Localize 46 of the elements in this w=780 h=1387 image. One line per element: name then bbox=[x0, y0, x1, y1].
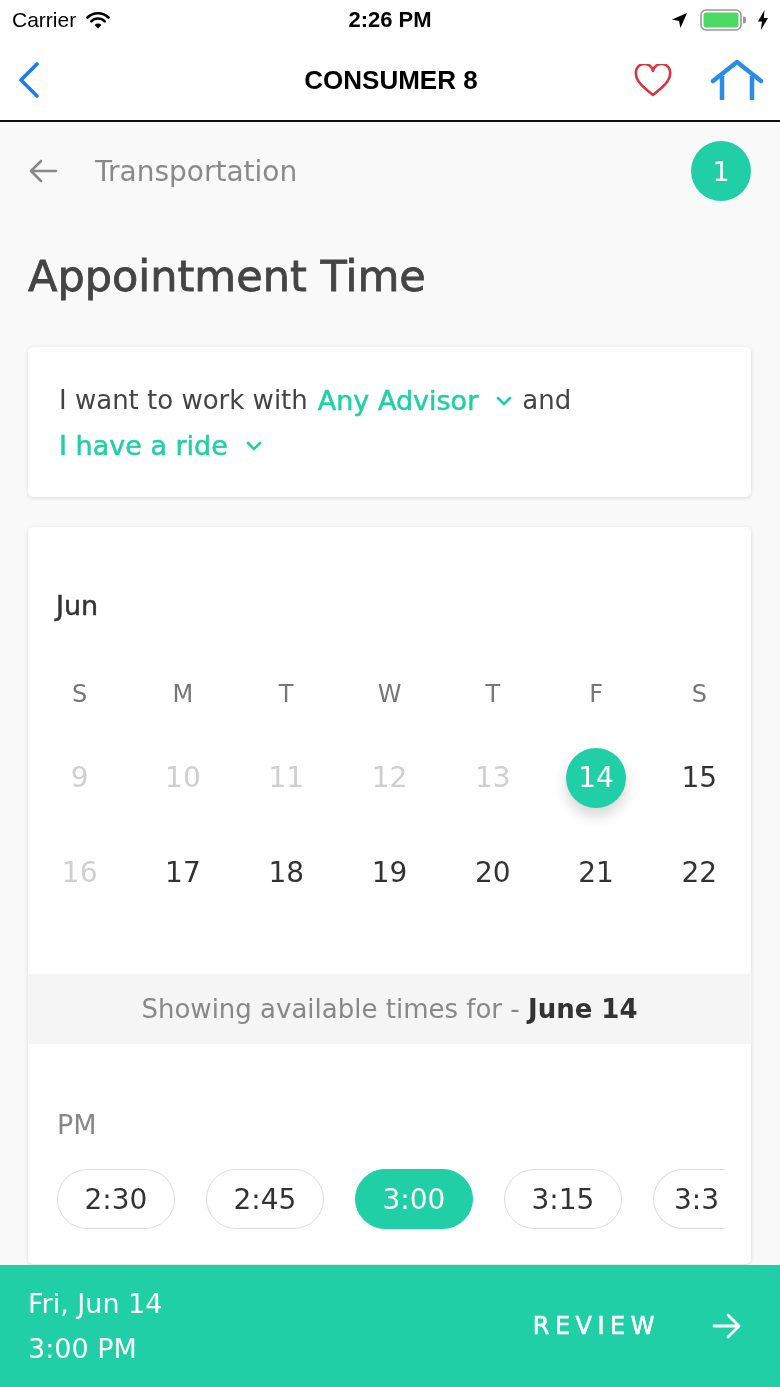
calendar-day[interactable]: 19 bbox=[371, 855, 408, 890]
favorite-button[interactable] bbox=[634, 63, 672, 97]
preference-text: I want to work with bbox=[59, 384, 308, 417]
chevron-down-icon bbox=[496, 395, 513, 406]
wifi-icon bbox=[86, 11, 111, 29]
availability-text: Showing available times for - June 14 bbox=[141, 994, 638, 1024]
weekday-label: S bbox=[72, 680, 88, 708]
carrier-name: Carrier bbox=[12, 8, 77, 32]
battery-icon bbox=[700, 9, 746, 31]
arrow-right-icon bbox=[712, 1313, 742, 1339]
page-title: Appointment Time bbox=[28, 251, 426, 301]
month-label: Jun bbox=[56, 589, 99, 623]
home-icon bbox=[710, 59, 764, 101]
period-label: PM bbox=[57, 1108, 97, 1142]
step-count-badge: 1 bbox=[691, 141, 751, 201]
weekday-label: M bbox=[172, 680, 194, 708]
back-button[interactable] bbox=[28, 159, 58, 183]
selected-date: Fri, Jun 14 bbox=[28, 1287, 163, 1321]
weekday-label: T bbox=[278, 680, 294, 708]
weekday-label: T bbox=[485, 680, 501, 708]
step-label: Transportation bbox=[95, 154, 298, 188]
calendar-day[interactable]: 15 bbox=[681, 760, 718, 795]
weekday-label: W bbox=[377, 680, 402, 708]
location-arrow-icon bbox=[671, 11, 688, 29]
calendar-day[interactable]: 20 bbox=[474, 855, 511, 890]
arrow-left-icon bbox=[28, 159, 58, 183]
selected-time: 3:00 PM bbox=[28, 1332, 137, 1366]
time-slot-button[interactable]: 3:15 bbox=[504, 1169, 622, 1229]
calendar-day[interactable]: 22 bbox=[681, 855, 718, 890]
preference-text: and bbox=[522, 384, 572, 417]
chevron-left-icon bbox=[18, 62, 40, 98]
screen-title: CONSUMER 8 bbox=[304, 64, 478, 96]
weekday-label: F bbox=[589, 680, 603, 708]
calendar-day[interactable]: 18 bbox=[268, 855, 304, 890]
chevron-down-icon bbox=[245, 440, 262, 451]
home-button[interactable] bbox=[710, 59, 764, 101]
time-slot-button[interactable]: 2:30 bbox=[57, 1169, 175, 1229]
back-button[interactable] bbox=[18, 62, 40, 98]
heart-icon bbox=[634, 63, 672, 97]
status-time: 2:26 PM bbox=[348, 7, 432, 33]
calendar-day[interactable]: 17 bbox=[165, 855, 201, 890]
time-slot-button[interactable]: 2:45 bbox=[206, 1169, 324, 1229]
time-slot-button[interactable]: 3:3 bbox=[653, 1169, 725, 1229]
weekday-label: S bbox=[691, 680, 707, 708]
calendar-day[interactable]: 21 bbox=[578, 855, 614, 890]
charging-bolt-icon bbox=[758, 10, 768, 30]
